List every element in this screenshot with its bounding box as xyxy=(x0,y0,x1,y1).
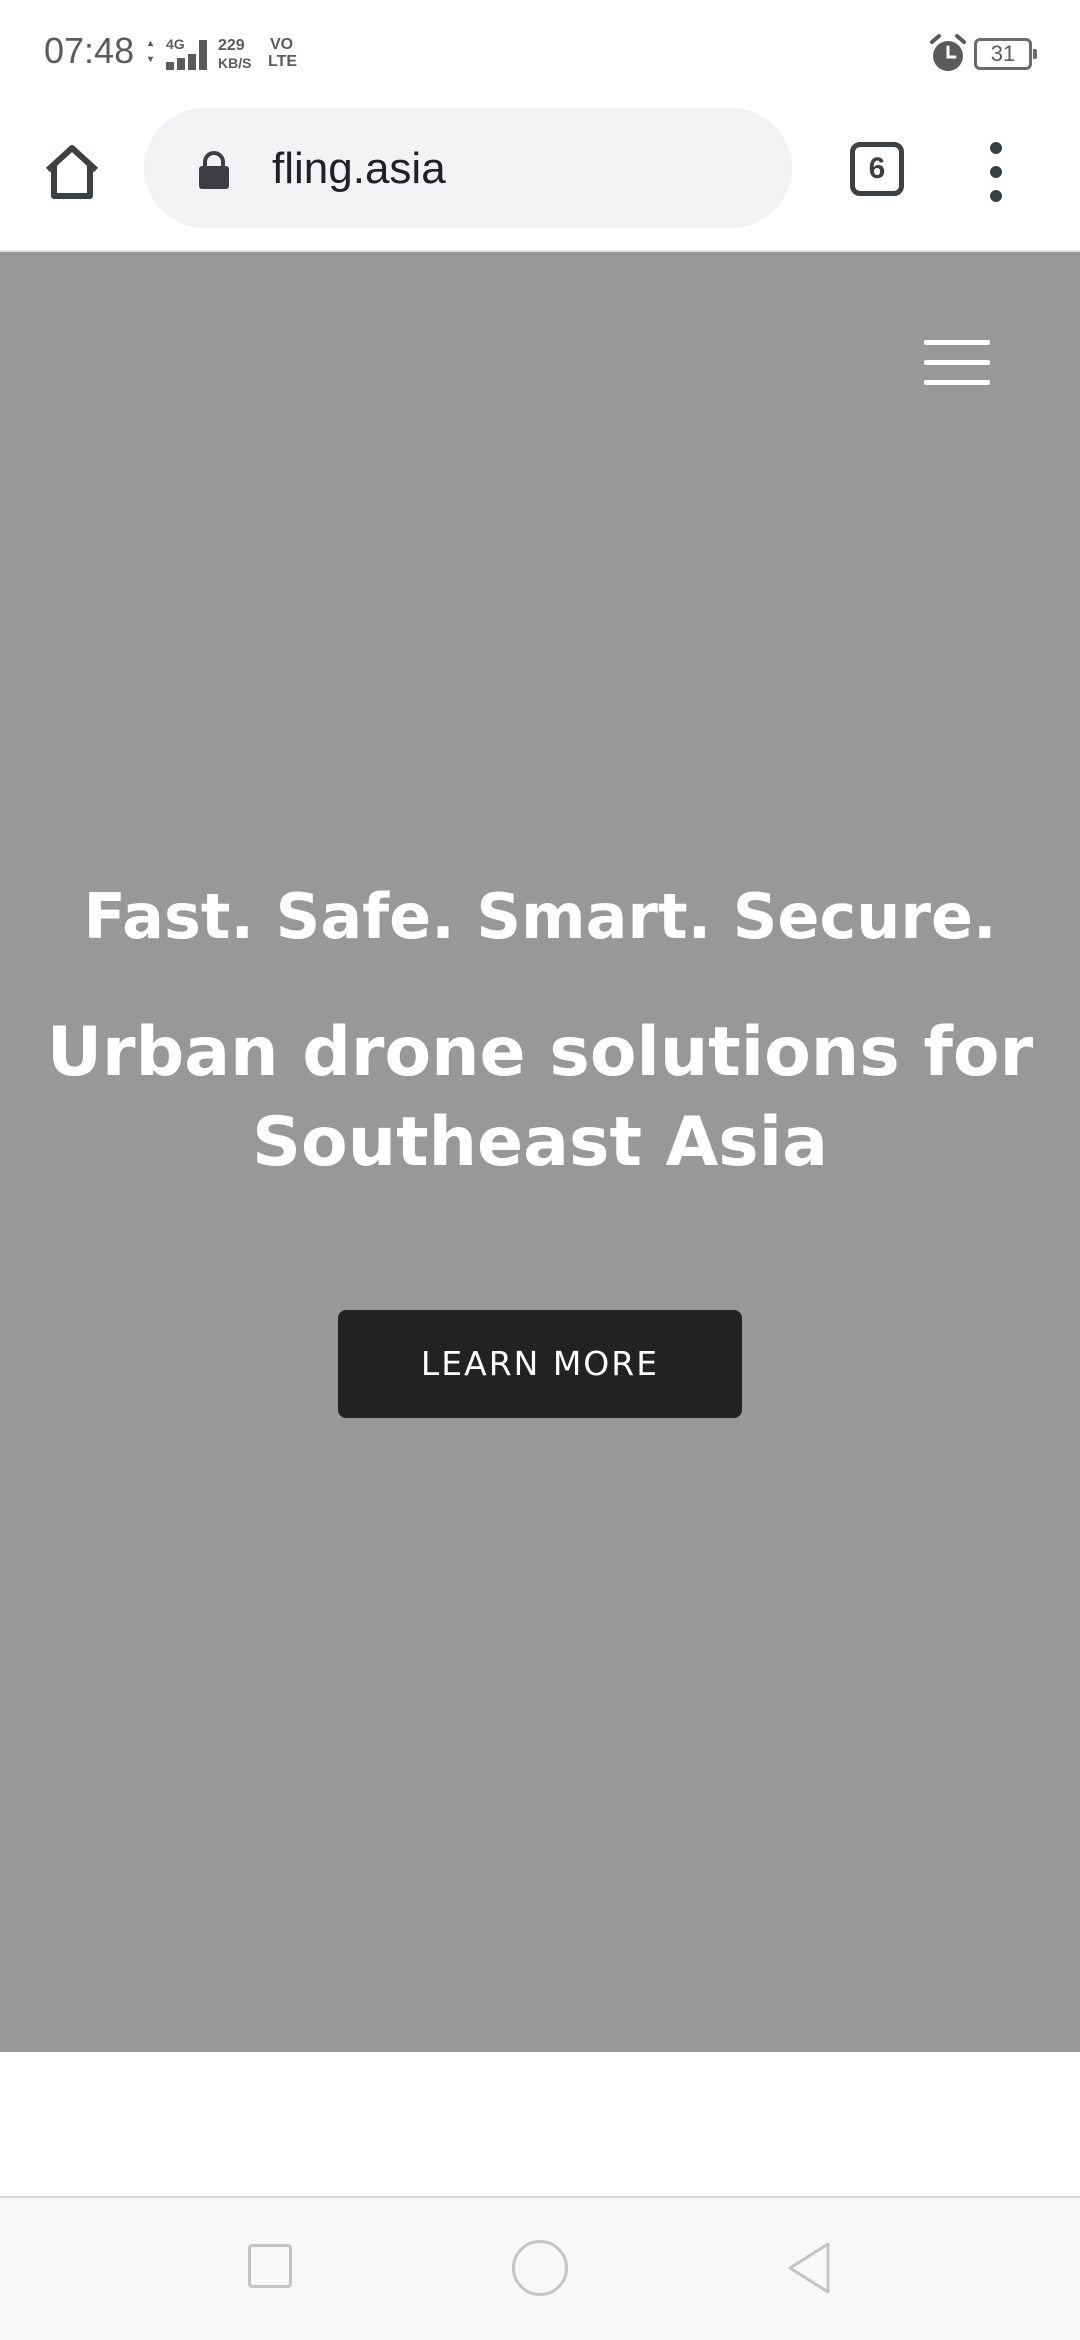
data-arrows-icon: ▴ ▾ xyxy=(148,38,154,65)
volte-label-bottom: LTE xyxy=(268,53,298,70)
hamburger-menu-icon[interactable] xyxy=(924,340,990,388)
url-text: fling.asia xyxy=(272,144,446,193)
address-bar[interactable]: fling.asia xyxy=(144,108,792,228)
lock-icon xyxy=(199,151,229,189)
nav-home-icon[interactable] xyxy=(512,2240,568,2296)
volte-label-top: VO xyxy=(270,36,294,53)
system-nav-bar xyxy=(0,2198,1080,2340)
alarm-icon xyxy=(930,34,966,71)
status-time: 07:48 xyxy=(44,30,135,71)
battery-indicator: 31 xyxy=(974,38,1037,70)
browser-toolbar: fling.asia 6 xyxy=(0,104,1080,252)
hero-tagline: Fast. Safe. Smart. Secure. xyxy=(83,880,997,953)
status-bar: 07:48 ▴ ▾ 4G 229 KB/S VO LTE 31 xyxy=(0,0,1080,104)
home-icon[interactable] xyxy=(40,140,104,204)
more-vert-icon[interactable] xyxy=(982,140,1010,204)
network-speed-value: 229 xyxy=(218,37,245,54)
recent-apps-icon[interactable] xyxy=(248,2244,292,2288)
network-speed-unit: KB/S xyxy=(218,55,252,71)
tab-switcher-button[interactable]: 6 xyxy=(850,142,904,196)
back-icon[interactable] xyxy=(784,2240,834,2296)
hero-headline: Urban drone solutions for Southeast Asia xyxy=(46,1013,1034,1182)
learn-more-button[interactable]: LEARN MORE xyxy=(338,1310,742,1418)
hero-section: Fast. Safe. Smart. Secure. Urban drone s… xyxy=(0,252,1080,2052)
signal-icon xyxy=(166,40,210,70)
